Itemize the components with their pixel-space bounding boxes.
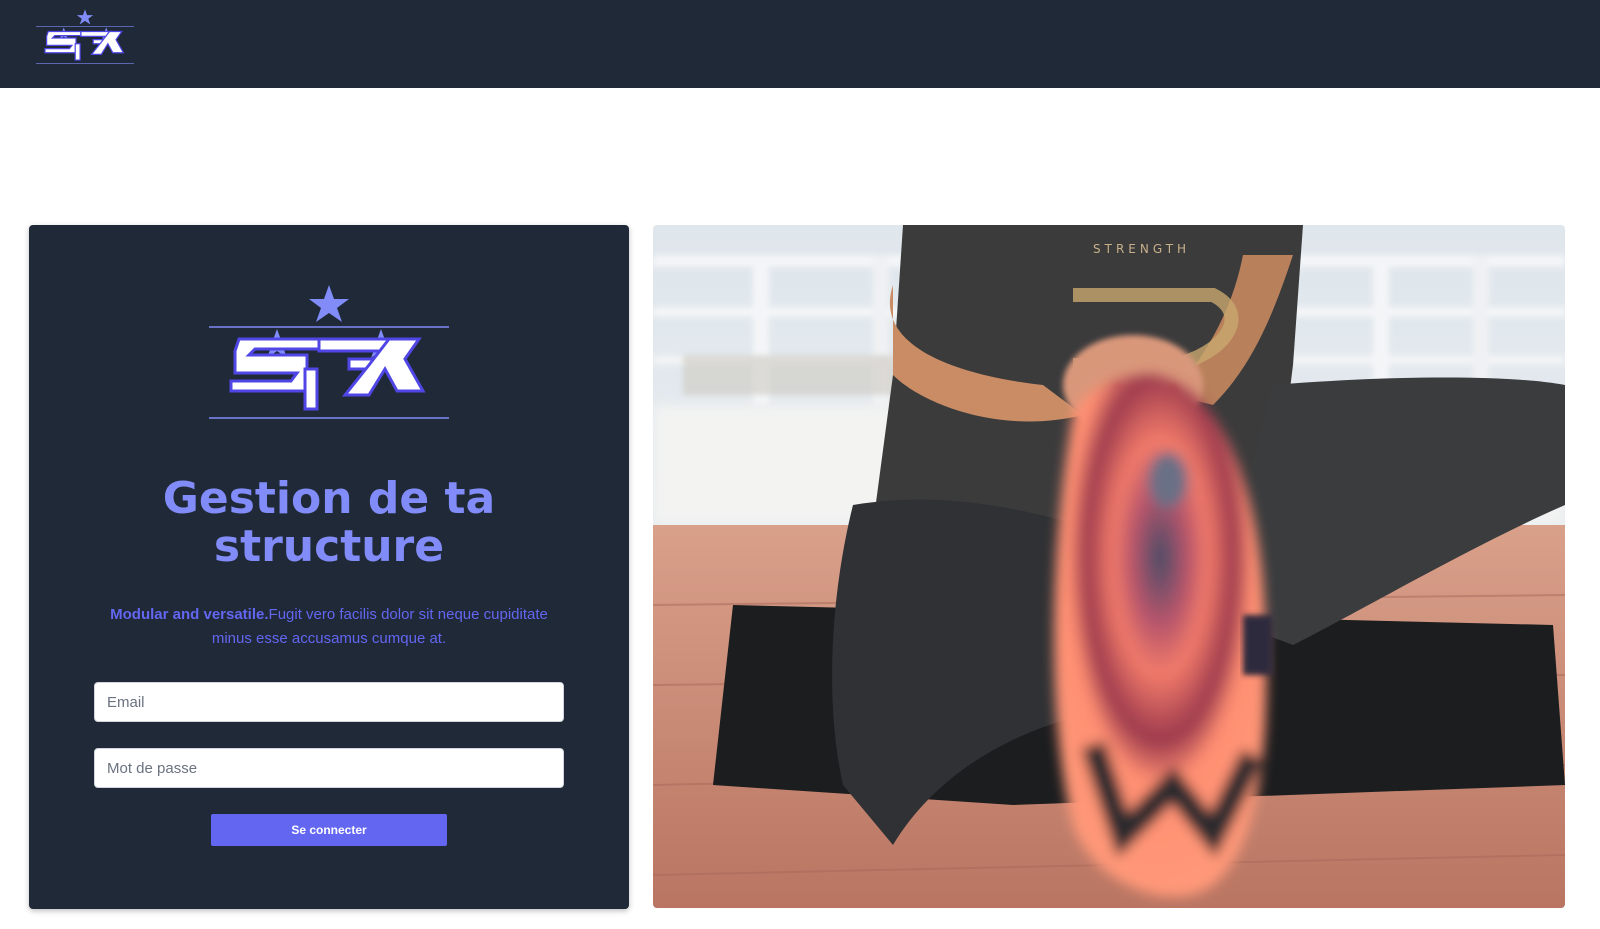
description: Modular and versatile.Fugit vero facilis… — [91, 603, 567, 651]
svg-text:STRENGTH: STRENGTH — [1093, 242, 1190, 256]
hero-photo: STRENGTH — [653, 225, 1565, 908]
top-navbar — [0, 0, 1600, 88]
hero-photo-illustration: STRENGTH — [653, 225, 1565, 908]
spx-logo-icon[interactable] — [36, 8, 134, 68]
spx-logo-icon — [209, 285, 449, 419]
title-line-1: Gestion de ta — [162, 473, 496, 524]
login-card: Gestion de ta structure Modular and vers… — [29, 225, 629, 909]
title-line-2: structure — [213, 521, 445, 572]
description-bold: Modular and versatile. — [110, 606, 269, 623]
login-button[interactable]: Se connecter — [211, 814, 447, 846]
password-field[interactable] — [94, 748, 564, 788]
email-field[interactable] — [94, 682, 564, 722]
page-title: Gestion de ta structure — [29, 475, 629, 571]
